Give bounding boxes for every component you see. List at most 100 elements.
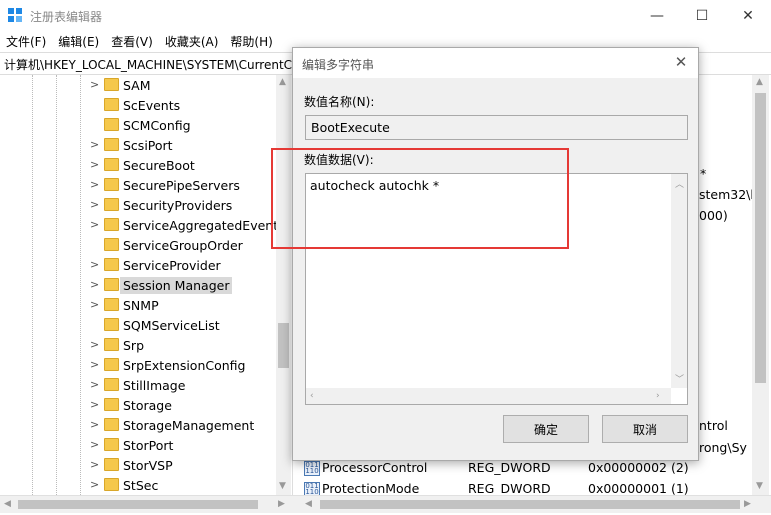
tree-item[interactable]: > ServiceProvider (0, 255, 276, 275)
scroll-up-icon[interactable]: ︿ (675, 177, 684, 190)
chevron-right-icon[interactable]: > (90, 158, 99, 171)
cancel-button[interactable]: 取消 (602, 415, 688, 443)
textarea-vertical-scrollbar[interactable]: ︿ ﹀ (671, 174, 687, 388)
folder-icon (104, 218, 119, 231)
tree-item-selected[interactable]: > Session Manager (0, 275, 276, 295)
scroll-left-icon[interactable]: ◀ (305, 499, 312, 509)
chevron-right-icon[interactable]: > (90, 278, 99, 291)
folder-icon (104, 78, 119, 91)
scroll-right-icon[interactable]: ▶ (278, 499, 285, 509)
chevron-right-icon[interactable]: > (90, 398, 99, 411)
chevron-right-icon[interactable]: > (90, 338, 99, 351)
tree-item[interactable]: ServiceGroupOrder (0, 235, 276, 255)
chevron-right-icon[interactable]: > (90, 298, 99, 311)
tree-item-label[interactable]: ScsiPort (120, 137, 176, 154)
chevron-right-icon[interactable]: > (90, 78, 99, 91)
value-row[interactable]: 011 110 ProcessorControl REG_DWORD 0x000… (300, 458, 760, 478)
tree-item-label[interactable]: SecurePipeServers (120, 177, 243, 194)
scroll-down-icon[interactable]: ▼ (279, 481, 286, 491)
tree-item[interactable]: > SecureBoot (0, 155, 276, 175)
value-name[interactable]: ProtectionMode (322, 481, 419, 496)
maximize-button[interactable]: ☐ (679, 0, 725, 31)
scroll-up-icon[interactable]: ▲ (279, 77, 286, 87)
values-vertical-scrollbar[interactable]: ▲ ▼ (752, 75, 769, 495)
chevron-right-icon[interactable]: > (90, 458, 99, 471)
chevron-right-icon[interactable]: > (90, 198, 99, 211)
menu-favorites[interactable]: 收藏夹(A) (159, 31, 225, 51)
tree-item-label[interactable]: StorageManagement (120, 417, 257, 434)
menu-file[interactable]: 文件(F) (0, 31, 52, 51)
tree-item-label[interactable]: StorVSP (120, 457, 176, 474)
tree-item-label[interactable]: SrpExtensionConfig (120, 357, 248, 374)
tree-item[interactable]: ScEvents (0, 95, 276, 115)
chevron-right-icon[interactable]: > (90, 358, 99, 371)
tree-item[interactable]: > SecurityProviders (0, 195, 276, 215)
menu-view[interactable]: 查看(V) (105, 31, 159, 51)
tree-item-label[interactable]: SCMConfig (120, 117, 194, 134)
chevron-right-icon[interactable]: > (90, 438, 99, 451)
chevron-right-icon[interactable]: > (90, 258, 99, 271)
tree-item-label[interactable]: ServiceProvider (120, 257, 224, 274)
value-name[interactable]: ProcessorControl (322, 460, 427, 475)
tree-item-label[interactable]: ScEvents (120, 97, 183, 114)
scroll-down-icon[interactable]: ﹀ (675, 372, 684, 385)
scrollbar-thumb[interactable] (755, 93, 766, 383)
tree-item-label[interactable]: SecureBoot (120, 157, 198, 174)
tree-item-label[interactable]: SQMServiceList (120, 317, 223, 334)
tree-item-label[interactable]: Storage (120, 397, 175, 414)
tree-item[interactable]: > Srp (0, 335, 276, 355)
scrollbar-thumb[interactable] (320, 500, 740, 509)
tree-item[interactable]: > StorPort (0, 435, 276, 455)
tree-item-label[interactable]: StillImage (120, 377, 188, 394)
tree-item[interactable]: > ServiceAggregatedEvents (0, 215, 276, 235)
tree-item[interactable]: > SNMP (0, 295, 276, 315)
scrollbar-thumb[interactable] (278, 323, 289, 368)
tree-vertical-scrollbar[interactable]: ▲ ▼ (276, 75, 291, 495)
scroll-up-icon[interactable]: ▲ (756, 77, 763, 87)
value-name-field[interactable]: BootExecute (305, 115, 688, 140)
ok-button[interactable]: 确定 (503, 415, 589, 443)
tree-item-label[interactable]: ServiceAggregatedEvents (120, 217, 276, 234)
tree-item-label[interactable]: Srp (120, 337, 147, 354)
chevron-right-icon[interactable]: > (90, 138, 99, 151)
tree-item[interactable]: SCMConfig (0, 115, 276, 135)
scroll-left-icon[interactable]: ‹ (310, 391, 314, 401)
tree-item[interactable]: > StorVSP (0, 455, 276, 475)
dialog-close-button[interactable]: ✕ (671, 53, 691, 73)
tree-item[interactable]: > SecurePipeServers (0, 175, 276, 195)
chevron-right-icon[interactable]: > (90, 218, 99, 231)
tree-item[interactable]: > ScsiPort (0, 135, 276, 155)
folder-icon (104, 258, 119, 271)
scroll-left-icon[interactable]: ◀ (4, 499, 11, 509)
tree-item-label[interactable]: Session Manager (120, 277, 233, 294)
tree-item-label[interactable]: SAM (120, 77, 154, 94)
tree-item[interactable]: > StillImage (0, 375, 276, 395)
scrollbar-thumb[interactable] (18, 500, 258, 509)
tree-item-label[interactable]: ServiceGroupOrder (120, 237, 246, 254)
tree-item[interactable]: > SAM (0, 75, 276, 95)
scroll-right-icon[interactable]: › (656, 391, 660, 401)
menu-edit[interactable]: 编辑(E) (52, 31, 105, 51)
horizontal-scrollbar[interactable]: ◀ ▶ ◀ ▶ (0, 495, 771, 513)
chevron-right-icon[interactable]: > (90, 478, 99, 491)
chevron-right-icon[interactable]: > (90, 378, 99, 391)
tree-item-label[interactable]: SNMP (120, 297, 162, 314)
tree-item[interactable]: > SrpExtensionConfig (0, 355, 276, 375)
tree-item[interactable]: SQMServiceList (0, 315, 276, 335)
tree-item-label[interactable]: StSec (120, 477, 161, 494)
title-bar: 注册表编辑器 — ☐ ✕ (0, 0, 771, 31)
textarea-horizontal-scrollbar[interactable]: ‹ › (306, 388, 671, 404)
scroll-right-icon[interactable]: ▶ (744, 499, 751, 509)
address-path[interactable]: 计算机\HKEY_LOCAL_MACHINE\SYSTEM\CurrentC (4, 56, 292, 73)
tree-item-label[interactable]: StorPort (120, 437, 176, 454)
tree-item[interactable]: > StSec (0, 475, 276, 495)
tree-item[interactable]: > StorageManagement (0, 415, 276, 435)
tree-item[interactable]: > Storage (0, 395, 276, 415)
chevron-right-icon[interactable]: > (90, 178, 99, 191)
chevron-right-icon[interactable]: > (90, 418, 99, 431)
menu-help[interactable]: 帮助(H) (224, 31, 278, 51)
tree-item-label[interactable]: SecurityProviders (120, 197, 235, 214)
folder-icon (104, 138, 119, 151)
minimize-button[interactable]: — (634, 0, 680, 31)
close-button[interactable]: ✕ (725, 0, 771, 31)
